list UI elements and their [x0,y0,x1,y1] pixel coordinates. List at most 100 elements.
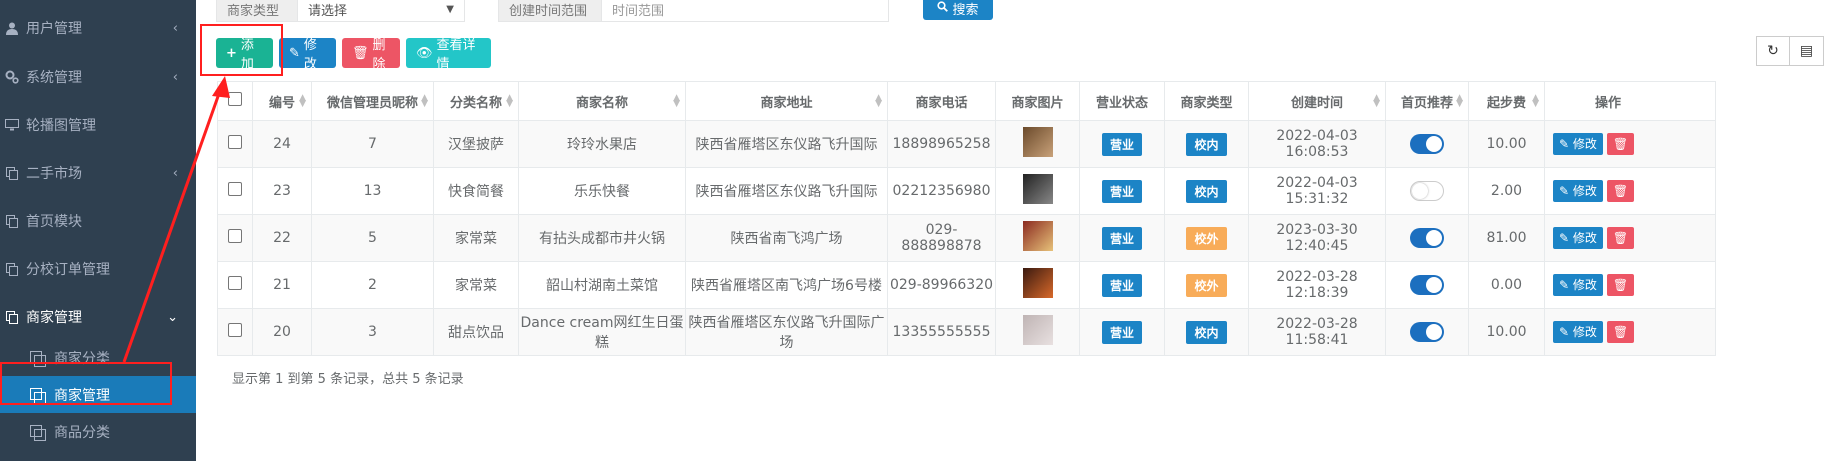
view-detail-button-label: 查看详情 [436,38,476,72]
header-merchant-name[interactable]: 商家名称 ▲ ▼ [518,81,686,121]
header-created[interactable]: 创建时间 ▲ ▼ [1248,81,1386,121]
chevron-left-icon: ‹ [172,165,178,181]
created-cell: 2022-04-03 16:08:53 [1248,120,1386,168]
merchant-thumbnail[interactable] [1022,315,1053,345]
search-icon [937,0,949,16]
status-badge: 营业 [1101,179,1142,203]
recommend-toggle[interactable] [1410,275,1444,295]
gears-icon [4,69,20,85]
row-edit-button[interactable]: ✎ 修改 [1553,321,1603,343]
columns-button[interactable]: ▤ [1790,36,1824,66]
row-edit-button[interactable]: ✎ 修改 [1553,180,1603,202]
sidebar-subitem-label: 商品分类 [54,424,110,441]
sidebar-item-system-management[interactable]: 系统管理 ‹ [0,53,196,101]
recommend-toggle[interactable] [1410,228,1444,248]
row-delete-button[interactable]: 🗑 [1606,274,1635,296]
row-delete-button[interactable]: 🗑 [1606,227,1635,249]
header-fee[interactable]: 起步费 ▲ ▼ [1468,81,1545,121]
header-status[interactable]: 营业状态 [1079,81,1165,121]
created-time-input[interactable]: 时间范围 [601,0,889,22]
table-row[interactable]: 23 13 快食简餐 乐乐快餐 陕西省雁塔区东仪路飞升国际 02212356980 营业 校内… [217,167,1716,215]
header-category[interactable]: 分类名称 ▲ ▼ [433,81,519,121]
sidebar-item-merchant-management[interactable]: 商家管理 ⌄ [0,293,196,341]
row-edit-button[interactable]: ✎ 修改 [1553,133,1603,155]
status-badge: 营业 [1101,226,1142,250]
row-edit-button[interactable]: ✎ 修改 [1553,274,1603,296]
merchant-thumbnail[interactable] [1022,268,1053,298]
search-button[interactable]: 搜索 [923,0,993,20]
sidebar-item-second-hand-market[interactable]: 二手市场 ‹ [0,149,196,197]
delete-button[interactable]: 🗑 删除 [342,38,400,72]
merchant-image-cell [995,214,1080,262]
id-cell: 21 [252,261,312,309]
merchant-thumbnail[interactable] [1022,221,1053,251]
merchant-thumbnail[interactable] [1022,174,1053,204]
checkbox[interactable] [228,182,242,196]
name-cell: 乐乐快餐 [518,167,686,215]
recommend-toggle[interactable] [1410,322,1444,342]
checkbox[interactable] [228,276,242,290]
row-delete-button[interactable]: 🗑 [1606,133,1635,155]
header-nickname[interactable]: 微信管理员昵称 ▲ ▼ [311,81,434,121]
header-phone[interactable]: 商家电话 [887,81,996,121]
delete-button-label: 删除 [372,38,386,72]
table-row[interactable]: 22 5 家常菜 有拈头成都市井火锅 陕西省南飞鸿广场 029-888898878 营业 校外… [217,214,1716,262]
sidebar-item-user-management[interactable]: 用户管理 ‹ [0,4,196,52]
row-edit-label: 修改 [1572,325,1597,339]
created-time-label: 创建时间范围 [498,0,602,22]
refresh-button[interactable]: ↻ [1756,36,1790,66]
sort-icon: ▲ ▼ [1456,93,1463,109]
name-cell: Dance cream网红生日蛋糕 [518,308,686,356]
row-delete-button[interactable]: 🗑 [1606,180,1635,202]
sidebar-item-carousel-management[interactable]: 轮播图管理 [0,101,196,149]
type-badge: 校外 [1186,273,1227,297]
header-select-all[interactable] [217,81,253,121]
recommend-toggle[interactable] [1410,134,1444,154]
search-button-label: 搜索 [952,2,979,18]
table-row[interactable]: 21 2 家常菜 韶山村湖南土菜馆 陕西省雁塔区南飞鸿广场6号楼 029-89966320… [217,261,1716,309]
table-row[interactable]: 20 3 甜点饮品 Dance cream网红生日蛋糕 陕西省雁塔区东仪路飞升国际广场 1… [217,308,1716,356]
view-detail-button[interactable]: 👁 查看详情 [406,38,491,72]
phone-cell: 029-89966320 [887,261,996,309]
recommend-cell [1385,214,1469,262]
fee-cell: 2.00 [1468,167,1545,215]
sidebar-item-home-module[interactable]: 首页模块 [0,197,196,245]
phone-cell: 02212356980 [887,167,996,215]
eye-icon: 👁 [416,45,433,61]
recommend-cell [1385,120,1469,168]
type-cell: 校外 [1164,261,1249,309]
checkbox[interactable] [228,323,242,337]
nickname-cell: 2 [311,261,434,309]
pencil-icon: ✎ [1559,137,1573,151]
id-cell: 22 [252,214,312,262]
trash-icon: 🗑 [1612,184,1629,198]
address-cell: 陕西省南飞鸿广场 [685,214,888,262]
checkbox[interactable] [228,229,242,243]
status-badge: 营业 [1101,320,1142,344]
recommend-toggle[interactable] [1410,181,1444,201]
row-edit-button[interactable]: ✎ 修改 [1553,227,1603,249]
sort-icon: ▲ ▼ [1532,93,1539,109]
table-body: 24 7 汉堡披萨 玲玲水果店 陕西省雁塔区东仪路飞升国际 18898965258 营业 校内… [217,120,1716,356]
merchant-type-select[interactable]: 请选择 ▼ [297,0,465,22]
header-image[interactable]: 商家图片 [995,81,1080,121]
name-cell: 有拈头成都市井火锅 [518,214,686,262]
header-id[interactable]: 编号 ▲ ▼ [252,81,312,121]
id-cell: 24 [252,120,312,168]
checkbox[interactable] [228,135,242,149]
pencil-icon: ✎ [1559,278,1573,292]
table-row[interactable]: 24 7 汉堡披萨 玲玲水果店 陕西省雁塔区东仪路飞升国际 18898965258 营业 校内… [217,120,1716,168]
row-edit-label: 修改 [1572,184,1597,198]
category-cell: 快食简餐 [433,167,519,215]
sidebar-subitem-product-category[interactable]: 商品分类 [0,413,196,450]
header-address[interactable]: 商家地址 ▲ ▼ [685,81,888,121]
status-cell: 营业 [1079,120,1165,168]
merchant-thumbnail[interactable] [1022,127,1053,157]
edit-button[interactable]: ✎ 修改 [279,38,336,72]
header-recommend[interactable]: 首页推荐 ▲ ▼ [1385,81,1469,121]
row-delete-button[interactable]: 🗑 [1606,321,1635,343]
header-type[interactable]: 商家类型 [1164,81,1249,121]
nickname-cell: 7 [311,120,434,168]
checkbox[interactable] [228,92,242,106]
sidebar-item-branch-order-management[interactable]: 分校订单管理 [0,245,196,293]
